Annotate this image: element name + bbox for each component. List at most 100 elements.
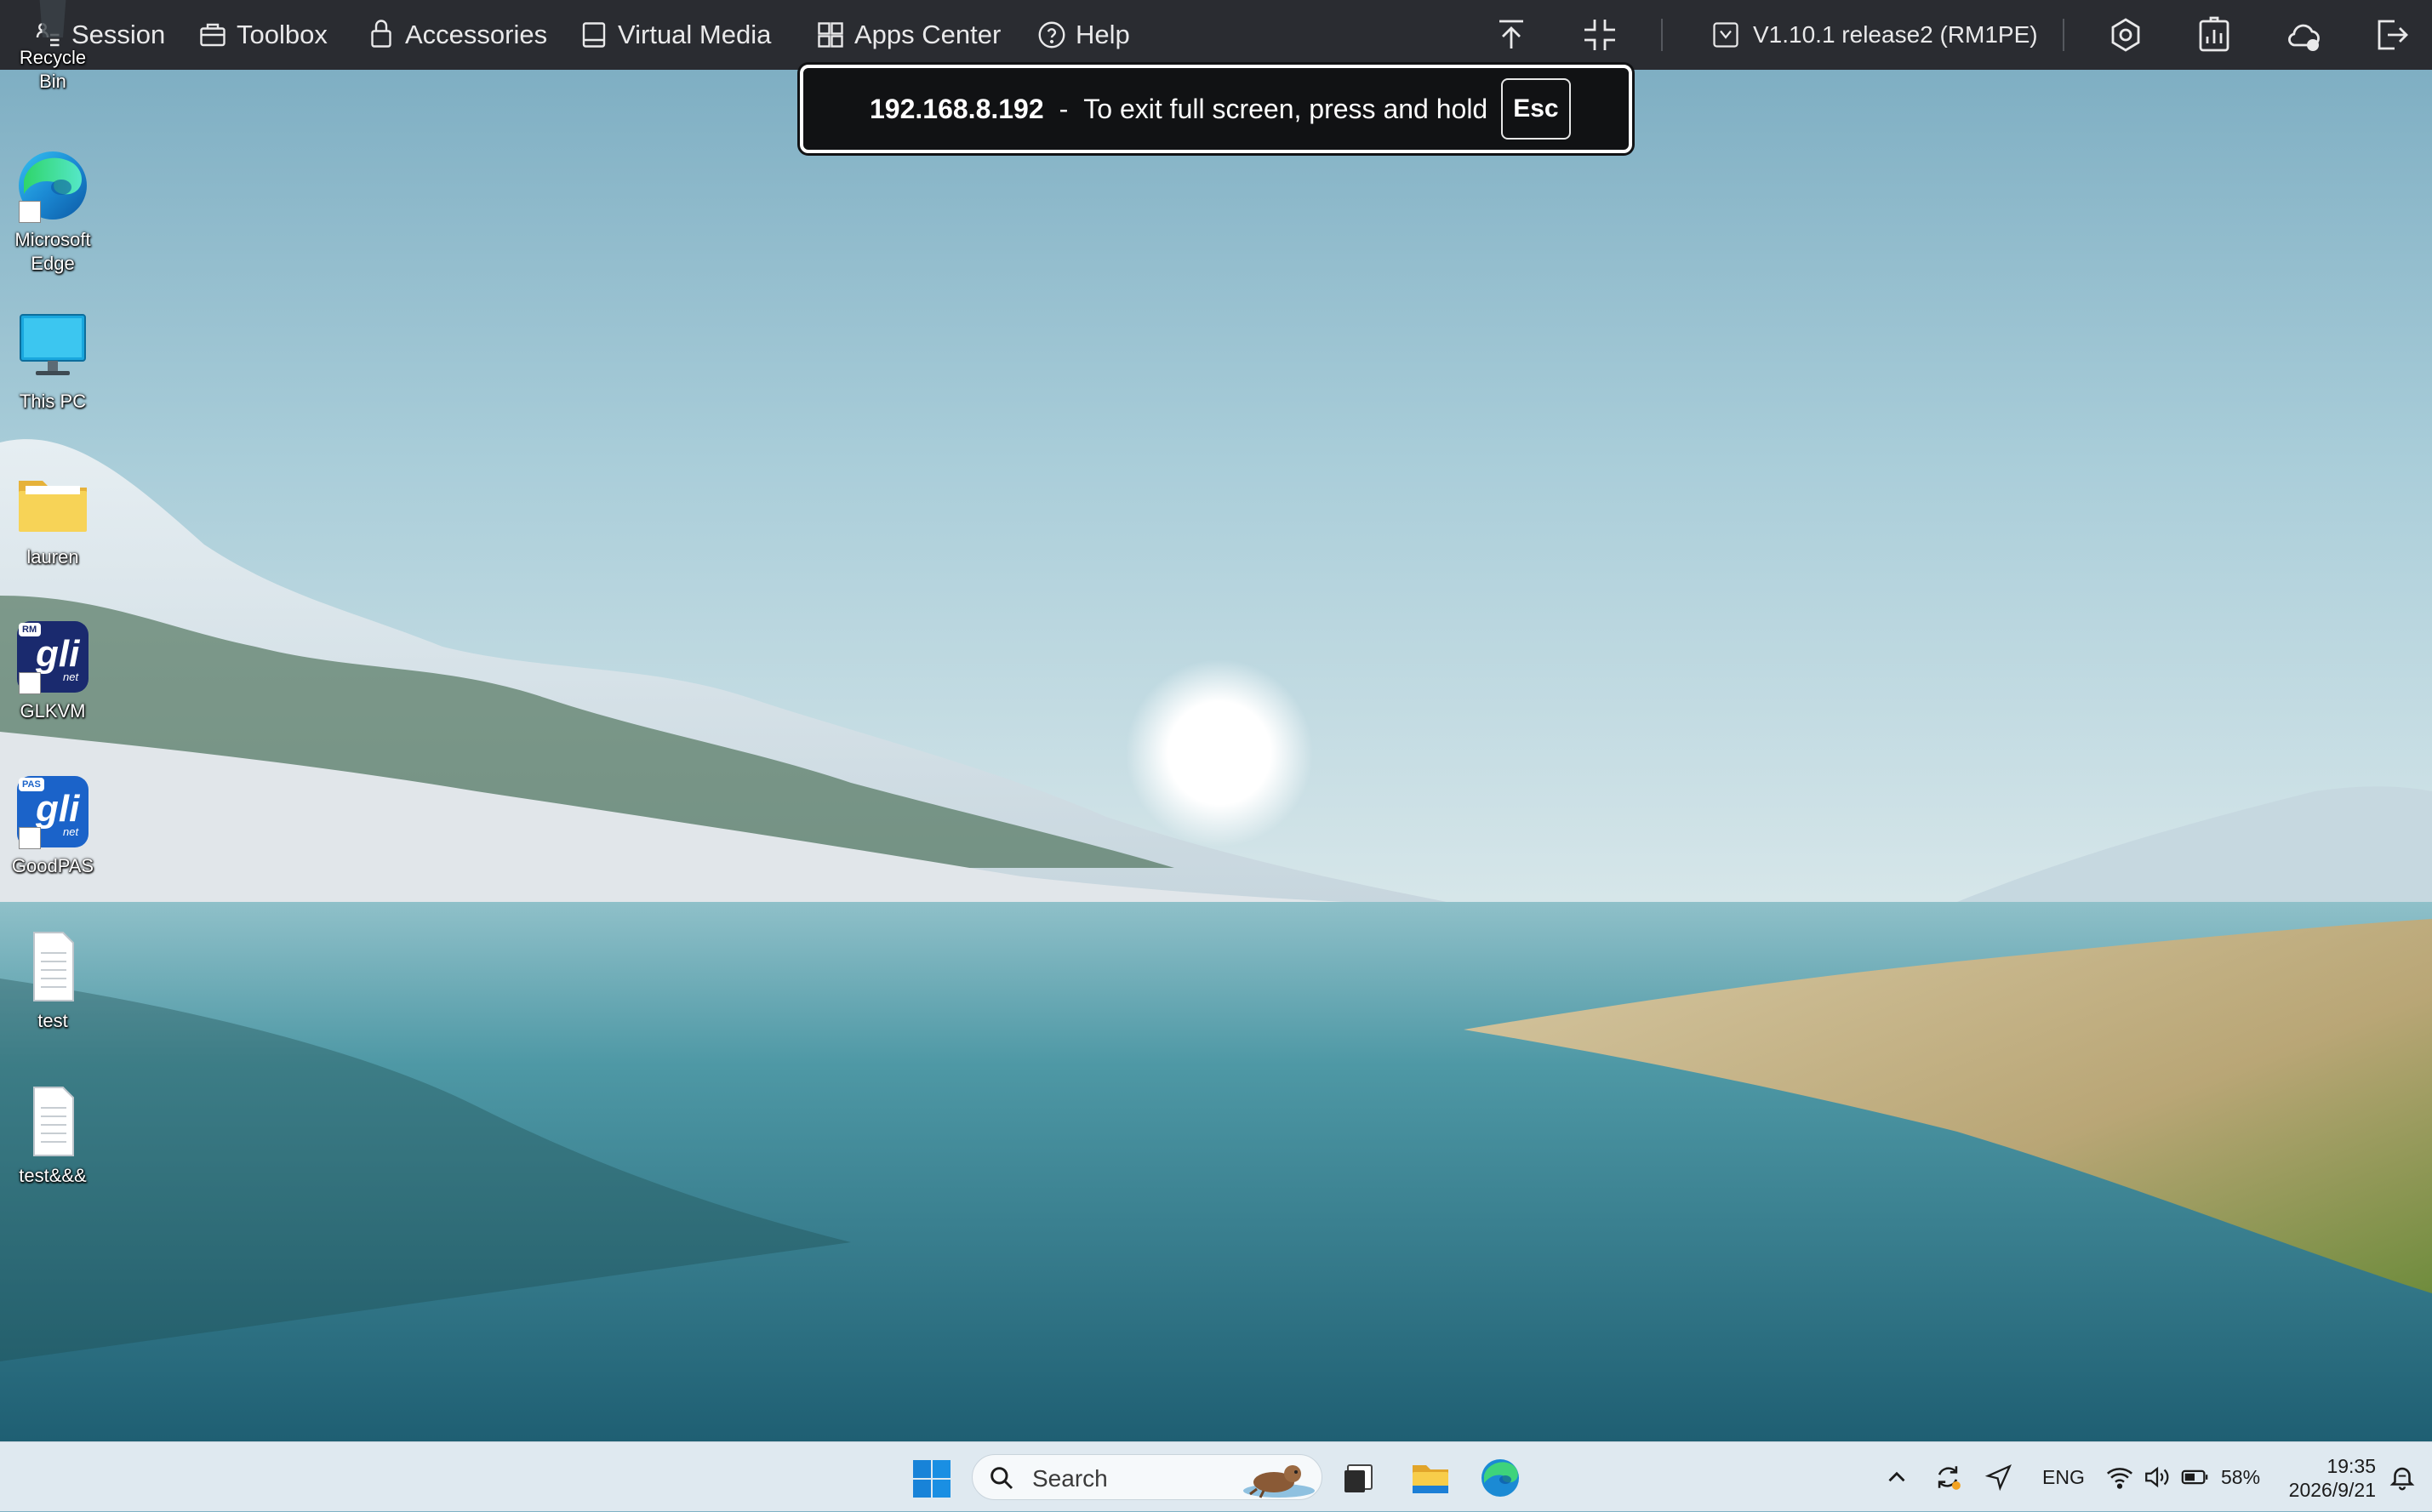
goodpas-icon: PAS gli net [14, 773, 92, 851]
edge-icon [14, 146, 92, 225]
edge-taskbar-button[interactable] [1479, 1457, 1521, 1499]
desktop-icon-label: GoodPAS [11, 855, 94, 876]
cloud-button[interactable] [2282, 14, 2323, 55]
shortcut-arrow-icon [19, 201, 41, 223]
clock-date: 2026/9/21 [2288, 1479, 2376, 1501]
toolbox-menu[interactable]: Toolbox [197, 0, 328, 70]
desktop-icon-test[interactable]: test [3, 927, 102, 1033]
desktop-wallpaper [0, 0, 2432, 1446]
fullscreen-notice-ip: 192.168.8.192 [870, 93, 1044, 124]
esc-key-badge: Esc [1501, 78, 1571, 140]
virtual-media-menu[interactable]: Virtual Media [579, 0, 771, 70]
glkvm-icon: RM gli net [14, 618, 92, 696]
search-placeholder: Search [1032, 1465, 1108, 1492]
clock-time: 19:35 [2326, 1455, 2376, 1477]
file-explorer-icon [1413, 1465, 1448, 1493]
accessories-menu-label: Accessories [405, 20, 548, 49]
desktop-icon-label: This PC [19, 391, 87, 412]
desktop-icon-label: lauren [26, 546, 79, 568]
desktop-icon-label: GLKVM [20, 700, 86, 722]
desktop-icon-recycle-bin[interactable]: Recycle Bin [3, 0, 102, 94]
fullscreen-notice-separator: - [1059, 93, 1069, 124]
cloud-icon [2288, 24, 2320, 51]
shortcut-arrow-icon [19, 672, 41, 694]
apps-center-menu-label: Apps Center [854, 20, 1002, 49]
help-menu[interactable]: Help [1036, 0, 1130, 70]
fullscreen-notice-message: To exit full screen, press and hold [1083, 93, 1488, 124]
search-highlight-otter-icon [1243, 1465, 1315, 1498]
wifi-icon [2106, 1468, 2133, 1489]
virtual-media-icon [582, 22, 606, 48]
settings-button[interactable] [2105, 14, 2146, 55]
location-tray-button[interactable] [1984, 1463, 2013, 1492]
version-label: V1.10.1 release2 (RM1PE) [1753, 21, 2038, 48]
logout-icon [2378, 20, 2408, 50]
text-file-icon [14, 1082, 92, 1161]
language-indicator[interactable]: ENG [2042, 1442, 2085, 1512]
battery-percent-label: 58% [2221, 1465, 2261, 1488]
desktop-icon-test-ampersand[interactable]: test&&& [3, 1082, 102, 1188]
help-icon [1038, 21, 1065, 48]
scroll-to-top-button[interactable] [1491, 14, 1532, 55]
desktop-icon-label: test [37, 1010, 68, 1031]
help-menu-label: Help [1076, 20, 1130, 49]
fullscreen-notice: 192.168.8.192 - To exit full screen, pre… [800, 65, 1632, 153]
battery-icon [2181, 1469, 2208, 1485]
settings-icon [2111, 18, 2140, 52]
taskbar: Search ENG 58% 19:35 2026/9/21 [0, 1441, 2432, 1511]
desktop-icon-microsoft-edge[interactable]: Microsoft Edge [3, 146, 102, 276]
chevron-up-icon [1888, 1471, 1905, 1482]
volume-tray-button[interactable] [2143, 1463, 2172, 1492]
wifi-tray-button[interactable] [2105, 1463, 2134, 1492]
folder-icon [14, 464, 92, 542]
desktop-icon-goodpas[interactable]: PAS gli net GoodPAS [3, 773, 102, 878]
show-hidden-icons-button[interactable] [1882, 1463, 1911, 1492]
edge-icon [1481, 1459, 1519, 1497]
accessories-menu[interactable]: Accessories [366, 0, 547, 70]
exit-fullscreen-icon [1584, 20, 1615, 50]
apps-center-icon [818, 22, 843, 48]
glkvm-logo-text: gli [36, 633, 80, 675]
version-icon [1713, 22, 1738, 48]
chart-icon [2199, 16, 2229, 52]
toolbox-icon [200, 23, 226, 47]
language-label: ENG [2042, 1465, 2085, 1488]
search-icon [990, 1467, 1013, 1490]
taskbar-search-box[interactable]: Search [972, 1454, 1322, 1500]
desktop-icon-glkvm[interactable]: RM gli net GLKVM [3, 618, 102, 723]
shortcut-arrow-icon [19, 827, 41, 849]
battery-tray-button[interactable] [2180, 1463, 2209, 1492]
task-view-icon [1344, 1464, 1373, 1492]
desktop-icon-lauren[interactable]: lauren [3, 464, 102, 569]
this-pc-icon [14, 308, 92, 386]
desktop-icon-this-pc[interactable]: This PC [3, 308, 102, 414]
volume-icon [2145, 1466, 2169, 1488]
taskbar-clock[interactable]: 19:35 2026/9/21 [2272, 1454, 2376, 1502]
battery-percent: 58% [2221, 1442, 2260, 1512]
desktop-icon-label: Recycle Bin [19, 47, 87, 92]
desktop-icon-label: Microsoft Edge [14, 229, 91, 274]
glkvm-logo-subtext: net [63, 670, 79, 683]
recycle-bin-icon [14, 0, 92, 43]
notifications-button[interactable] [2388, 1463, 2417, 1492]
sync-icon [1938, 1466, 1961, 1490]
logout-button[interactable] [2371, 14, 2412, 55]
file-explorer-button[interactable] [1409, 1457, 1452, 1499]
notification-bell-icon [2389, 1467, 2415, 1491]
version-button[interactable]: V1.10.1 release2 (RM1PE) [1710, 0, 2038, 70]
windows-start-icon [913, 1460, 951, 1498]
task-view-button[interactable] [1338, 1457, 1380, 1499]
start-button[interactable] [912, 1459, 951, 1498]
kvm-toolbar: Session Toolbox Accessories Virtual Medi… [0, 0, 2432, 70]
arrow-up-to-line-icon [1499, 20, 1523, 48]
accessories-icon [371, 20, 391, 48]
goodpas-logo-text: gli [36, 788, 80, 830]
exit-fullscreen-button[interactable] [1579, 14, 1620, 55]
statistics-button[interactable] [2194, 14, 2235, 55]
apps-center-menu[interactable]: Apps Center [815, 0, 1001, 70]
desktop-icon-label: test&&& [19, 1165, 87, 1186]
glkvm-badge: RM [22, 625, 37, 635]
sync-tray-button[interactable] [1933, 1463, 1962, 1492]
toolbox-menu-label: Toolbox [237, 20, 328, 49]
text-file-icon [14, 927, 92, 1006]
